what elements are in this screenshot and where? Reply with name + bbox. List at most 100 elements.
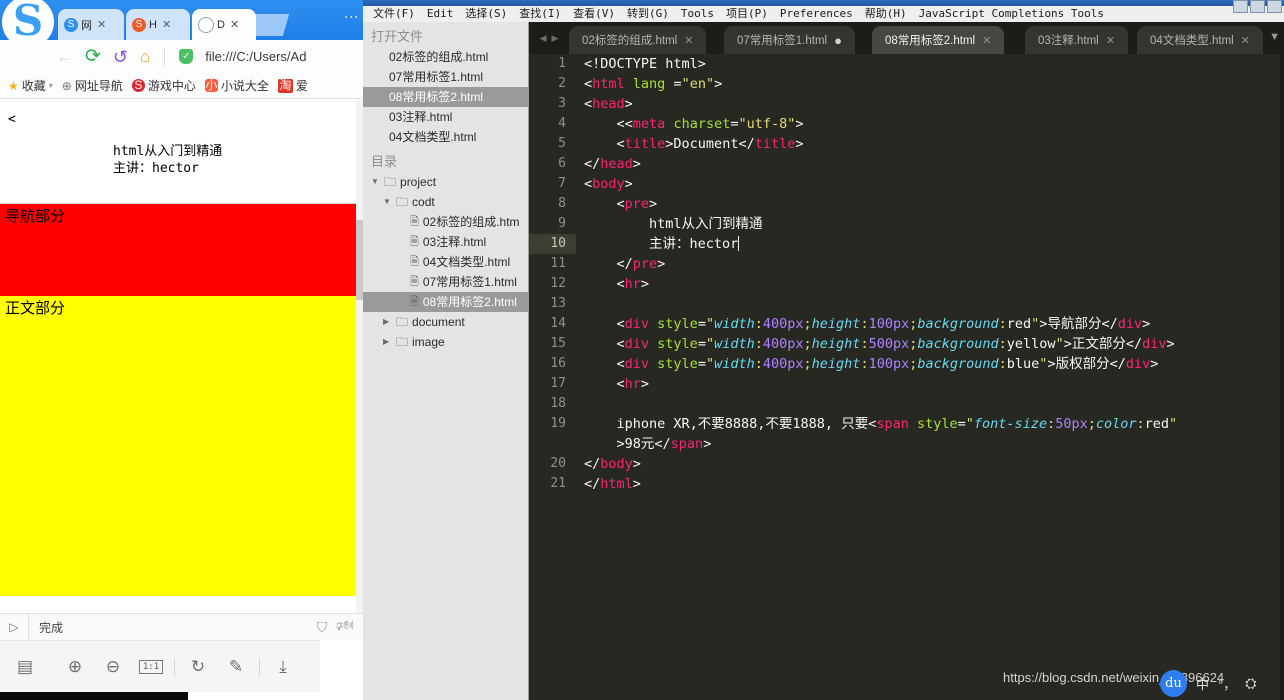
menu-item-3[interactable]: 查找(I)	[513, 6, 567, 22]
address-bar-url[interactable]: file:///C:/Users/Ad	[205, 49, 306, 64]
zoom-out-icon[interactable]: ⊖	[94, 648, 132, 686]
code-line-5[interactable]: 5 <title>Document</title>	[529, 134, 1284, 154]
editor-tab-1[interactable]: 07常用标签1.html ●	[724, 26, 855, 54]
browser-tab-3[interactable]: ▤ D ✕	[192, 9, 256, 40]
code-line-11[interactable]: 11 </pre>	[529, 254, 1284, 274]
code-line-3[interactable]: 3 <head>	[529, 94, 1284, 114]
baidu-ime-logo-icon[interactable]: du	[1160, 669, 1187, 697]
ime-punctuation-toggle[interactable]: °，	[1218, 674, 1236, 693]
code-line-17[interactable]: 17 <hr>	[529, 374, 1284, 394]
code-line-12[interactable]: 12 <hr>	[529, 274, 1284, 294]
file-row-4[interactable]: 🗎 04文档类型.html	[363, 252, 528, 272]
menu-item-6[interactable]: Tools	[675, 6, 720, 22]
folder-row-7[interactable]: ▶ 🗀 document	[363, 312, 528, 332]
bookmark-favorites[interactable]: ★ 收藏 ▾	[8, 77, 53, 94]
code-line-15[interactable]: 15 <div style="width:400px;height:500px;…	[529, 334, 1284, 354]
tab-scroll-arrows[interactable]: ◀ ▶	[529, 22, 569, 54]
code-line-7[interactable]: 7 <body>	[529, 174, 1284, 194]
menu-item-8[interactable]: Preferences	[774, 6, 859, 22]
menu-item-9[interactable]: 帮助(H)	[859, 6, 913, 22]
menu-item-10[interactable]: JavaScript Completions Tools	[913, 6, 1110, 22]
maximize-button[interactable]	[1250, 0, 1265, 13]
bookmark-taobao[interactable]: 淘 爱	[277, 77, 308, 94]
code-line-13[interactable]: 13	[529, 294, 1284, 314]
menu-item-5[interactable]: 转到(G)	[621, 6, 675, 22]
chevron-right-icon[interactable]: ▶	[383, 314, 392, 330]
code-line-20[interactable]: 20 </body>	[529, 454, 1284, 474]
code-line-21[interactable]: 21 </html>	[529, 474, 1284, 494]
open-file-item-2[interactable]: 08常用标签2.html	[363, 87, 528, 107]
close-icon[interactable]: ✕	[684, 34, 693, 47]
code-line-1[interactable]: 1 <!DOCTYPE html>	[529, 54, 1284, 74]
open-file-item-0[interactable]: 02标签的组成.html	[363, 47, 528, 67]
page-scrollbar-thumb[interactable]	[356, 220, 363, 300]
play-icon[interactable]: ▷	[0, 613, 29, 641]
shield-check-icon[interactable]: ⛉	[317, 619, 328, 636]
undo-icon[interactable]: ↺	[113, 48, 128, 66]
chevron-right-icon[interactable]: ▶	[552, 33, 559, 44]
code-line-6[interactable]: 6 </head>	[529, 154, 1284, 174]
file-row-5[interactable]: 🗎 07常用标签1.html	[363, 272, 528, 292]
folder-row-8[interactable]: ▶ 🗀 image	[363, 332, 528, 352]
code-line-10[interactable]: 10 主讲：hector	[529, 234, 1284, 254]
zoom-ratio-button[interactable]: 1:1	[132, 648, 170, 686]
bookmark-site-nav[interactable]: ⊕ 网址导航	[62, 77, 123, 94]
editor-tab-2[interactable]: 08常用标签2.html ✕	[872, 26, 1005, 54]
ime-toolbox-icon[interactable]: ⛭	[1245, 675, 1256, 692]
chevron-down-icon[interactable]: ▾	[49, 81, 53, 90]
speaker-icon[interactable]: 🕬	[336, 615, 354, 639]
browser-tab-1[interactable]: S 网 ✕	[58, 9, 124, 40]
code-line-4[interactable]: 4 <<meta charset="utf-8">	[529, 114, 1284, 134]
code-line-9[interactable]: 9 html从入门到精通	[529, 214, 1284, 234]
close-icon[interactable]: ✕	[982, 34, 991, 47]
code-line-19[interactable]: 19 iphone XR,不要8888,不要1888, 只要<span styl…	[529, 414, 1284, 454]
code-line-18[interactable]: 18	[529, 394, 1284, 414]
code-line-16[interactable]: 16 <div style="width:400px;height:100px;…	[529, 354, 1284, 374]
code-line-8[interactable]: 8 <pre>	[529, 194, 1284, 214]
open-file-item-1[interactable]: 07常用标签1.html	[363, 67, 528, 87]
browser-menu-icon[interactable]: ⋮	[344, 10, 360, 24]
chevron-left-icon[interactable]: ◀	[540, 33, 547, 44]
code-line-14[interactable]: 14 <div style="width:400px;height:100px;…	[529, 314, 1284, 334]
chevron-right-icon[interactable]: ▶	[383, 334, 392, 350]
chevron-down-icon[interactable]: ▼	[383, 194, 392, 210]
menu-item-7[interactable]: 项目(P)	[720, 6, 774, 22]
file-row-6[interactable]: 🗎 08常用标签2.html	[363, 292, 528, 312]
editor-tab-0[interactable]: 02标签的组成.html ✕	[569, 26, 707, 54]
page-scrollbar-track[interactable]	[356, 100, 363, 613]
editor-tab-3[interactable]: 03注释.html ✕	[1025, 26, 1128, 54]
close-icon[interactable]: ✕	[162, 18, 171, 31]
file-row-2[interactable]: 🗎 02标签的组成.htm	[363, 212, 528, 232]
folder-row-1[interactable]: ▼ 🗀 codt	[363, 192, 528, 212]
chevron-down-icon[interactable]: ▼	[371, 174, 380, 190]
zoom-in-icon[interactable]: ⊕	[56, 648, 94, 686]
ime-language-toggle[interactable]: 中	[1196, 674, 1209, 693]
home-icon[interactable]: ⌂	[140, 48, 150, 65]
layout-icon[interactable]: ▤	[6, 648, 44, 686]
menu-item-2[interactable]: 选择(S)	[459, 6, 513, 22]
tab-overflow-icon[interactable]: ▼	[1269, 31, 1280, 43]
browser-tab-2[interactable]: S H ✕	[126, 9, 190, 40]
back-icon[interactable]: ←	[56, 48, 73, 65]
reload-icon[interactable]: ⟳	[85, 47, 101, 66]
close-icon[interactable]: ✕	[1241, 34, 1250, 47]
menu-item-0[interactable]: 文件(F)	[367, 6, 421, 22]
menu-item-4[interactable]: 查看(V)	[567, 6, 621, 22]
close-icon[interactable]: ✕	[97, 18, 106, 31]
code-editor-area[interactable]: 1 <!DOCTYPE html> 2 <html lang ="en"> 3 <head…	[529, 54, 1284, 700]
download-icon[interactable]: ⤓	[264, 648, 302, 686]
bookmark-game-center[interactable]: S 游戏中心	[131, 77, 196, 94]
rotate-icon[interactable]: ↻	[179, 648, 217, 686]
pen-icon[interactable]: ✎	[217, 648, 255, 686]
file-row-3[interactable]: 🗎 03注释.html	[363, 232, 528, 252]
open-file-item-4[interactable]: 04文档类型.html	[363, 127, 528, 147]
minimize-button[interactable]	[1233, 0, 1248, 13]
close-icon[interactable]: ✕	[1106, 34, 1115, 47]
open-file-item-3[interactable]: 03注释.html	[363, 107, 528, 127]
editor-tab-4[interactable]: 04文档类型.html ✕	[1137, 26, 1263, 54]
close-icon[interactable]: ✕	[230, 18, 239, 31]
code-line-2[interactable]: 2 <html lang ="en">	[529, 74, 1284, 94]
folder-row-0[interactable]: ▼ 🗀 project	[363, 172, 528, 192]
close-button[interactable]	[1267, 0, 1282, 13]
bookmark-novels[interactable]: 小 小说大全	[204, 77, 269, 94]
